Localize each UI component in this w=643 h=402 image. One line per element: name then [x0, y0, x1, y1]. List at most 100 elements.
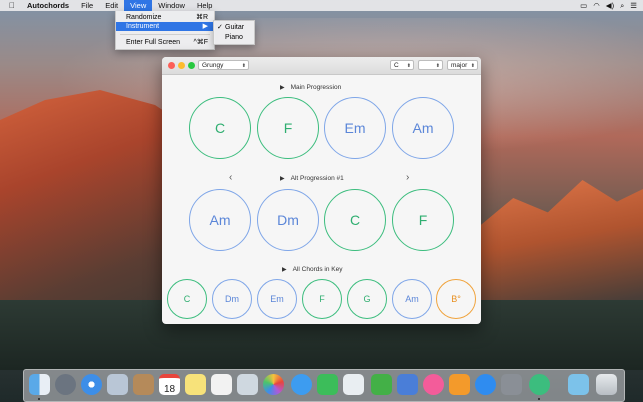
volume-icon[interactable]: ◀) — [606, 0, 614, 11]
notes-icon[interactable] — [185, 374, 206, 395]
calendar-alt-icon[interactable] — [343, 374, 364, 395]
apple-menu-icon[interactable]:  — [0, 0, 21, 11]
safari-icon[interactable] — [81, 374, 102, 395]
alt-progression-header[interactable]: ▶ Alt Progression #1 — [280, 175, 344, 182]
menu-help[interactable]: Help — [191, 0, 218, 11]
keynote-icon[interactable] — [397, 374, 418, 395]
chord-button[interactable]: C — [324, 189, 386, 251]
chord-label: C — [183, 294, 191, 304]
photos-icon[interactable] — [263, 374, 284, 395]
menu-separator — [120, 34, 210, 35]
previous-arrow-icon[interactable]: ‹ — [229, 172, 232, 183]
play-icon[interactable]: ▶ — [280, 176, 285, 182]
downloads-folder-icon[interactable] — [568, 374, 589, 395]
mode-value: major — [451, 62, 468, 69]
launchpad-icon[interactable] — [55, 374, 76, 395]
mail-icon[interactable] — [107, 374, 128, 395]
app-name-menu[interactable]: Autochords — [21, 0, 75, 11]
main-progression-header[interactable]: ▶ Main Progression — [280, 84, 341, 91]
chord-label: F — [319, 294, 325, 304]
close-button[interactable] — [168, 62, 175, 69]
facetime-icon[interactable] — [317, 374, 338, 395]
chord-button[interactable]: F — [392, 189, 454, 251]
play-icon[interactable]: ▶ — [280, 85, 285, 91]
play-icon[interactable]: ▶ — [282, 267, 287, 273]
menu-bar:  Autochords File Edit View Window Help … — [0, 0, 643, 11]
numbers-icon[interactable] — [371, 374, 392, 395]
guitar-label: Guitar — [225, 24, 245, 31]
chord-button[interactable]: F — [302, 279, 342, 319]
screen-mirroring-icon[interactable]: ▭ — [580, 0, 587, 11]
chord-label: F — [283, 120, 293, 136]
chord-button[interactable]: F — [257, 97, 319, 159]
view-menu-dropdown: Randomize ⌘R Instrument ▶ Enter Full Scr… — [115, 11, 215, 50]
notification-center-icon[interactable]: ☰ — [630, 0, 637, 11]
messages-icon[interactable] — [291, 374, 312, 395]
calendar-icon[interactable]: 18 — [159, 374, 180, 395]
submenu-arrow-icon: ▶ — [202, 23, 208, 30]
app-store-icon[interactable] — [475, 374, 496, 395]
chord-label: Dm — [225, 294, 239, 304]
menu-item-instrument[interactable]: Instrument ▶ — [116, 22, 214, 31]
popup-arrows-icon: ⬍ — [241, 63, 246, 69]
autochords-icon[interactable] — [529, 374, 550, 395]
submenu-item-piano[interactable]: Piano — [214, 33, 254, 42]
contacts-icon[interactable] — [133, 374, 154, 395]
chord-label: Em — [344, 120, 366, 136]
chord-button[interactable]: C — [189, 97, 251, 159]
full-screen-shortcut: ^⌘F — [193, 39, 208, 46]
menu-file[interactable]: File — [75, 0, 99, 11]
mode-popup[interactable]: major ⬍ — [447, 60, 478, 70]
popup-arrows-icon: ⬍ — [435, 63, 440, 69]
chord-label: C — [214, 120, 226, 136]
zoom-button[interactable] — [188, 62, 195, 69]
key-value: C — [394, 62, 399, 69]
chord-label: Dm — [277, 212, 299, 228]
menu-item-randomize[interactable]: Randomize ⌘R — [116, 13, 214, 22]
chord-label: F — [418, 212, 428, 228]
chord-button[interactable]: C — [167, 279, 207, 319]
menu-edit[interactable]: Edit — [99, 0, 124, 11]
instrument-submenu: ✓ Guitar Piano — [213, 20, 255, 45]
chord-button[interactable]: G — [347, 279, 387, 319]
finder-icon[interactable] — [29, 374, 50, 395]
chord-label: Am — [209, 212, 231, 228]
chord-label: B° — [451, 294, 461, 304]
chord-label: G — [363, 294, 371, 304]
all-chords-header[interactable]: ▶ All Chords in Key — [282, 266, 342, 273]
spotlight-icon[interactable]: ⌕ — [620, 0, 624, 11]
submenu-item-guitar[interactable]: ✓ Guitar — [214, 23, 254, 32]
chord-button[interactable]: Am — [189, 189, 251, 251]
itunes-icon[interactable] — [423, 374, 444, 395]
popup-arrows-icon: ⬍ — [406, 63, 411, 69]
chord-button[interactable]: Am — [392, 279, 432, 319]
trash-icon[interactable] — [596, 374, 617, 395]
all-chords-title: All Chords in Key — [292, 266, 343, 273]
wifi-icon[interactable]: ◠ — [593, 0, 600, 11]
key-popup[interactable]: C ⬍ — [390, 60, 414, 70]
chord-button[interactable]: Em — [324, 97, 386, 159]
menu-item-full-screen[interactable]: Enter Full Screen ^⌘F — [116, 38, 214, 47]
alt-progression-title: Alt Progression #1 — [290, 175, 344, 182]
chord-label: C — [349, 212, 361, 228]
ibooks-icon[interactable] — [449, 374, 470, 395]
chord-button[interactable]: Dm — [257, 189, 319, 251]
system-preferences-icon[interactable] — [501, 374, 522, 395]
title-bar: Grungy ⬍ C ⬍ ⬍ major ⬍ — [162, 57, 481, 75]
reminders-icon[interactable] — [211, 374, 232, 395]
chord-button[interactable]: Em — [257, 279, 297, 319]
chord-button[interactable]: Am — [392, 97, 454, 159]
next-arrow-icon[interactable]: › — [406, 172, 409, 183]
accidental-popup[interactable]: ⬍ — [418, 60, 443, 70]
style-popup[interactable]: Grungy ⬍ — [198, 60, 249, 70]
chord-button[interactable]: B° — [436, 279, 476, 319]
minimize-button[interactable] — [178, 62, 185, 69]
menu-view[interactable]: View — [124, 0, 153, 11]
chord-button[interactable]: Dm — [212, 279, 252, 319]
menu-window[interactable]: Window — [152, 0, 191, 11]
dock: 18 — [23, 369, 625, 402]
chord-label: Am — [412, 120, 434, 136]
checkmark-icon: ✓ — [217, 24, 223, 31]
preview-icon[interactable] — [237, 374, 258, 395]
randomize-label: Randomize — [126, 14, 162, 21]
